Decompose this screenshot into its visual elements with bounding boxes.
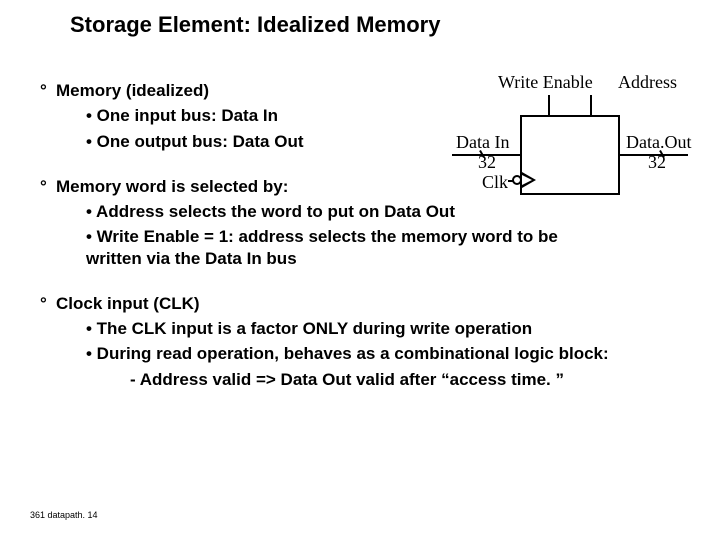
degree-bullet-icon: ° — [40, 176, 56, 197]
bullet-2a: • Address selects the word to put on Dat… — [86, 201, 680, 222]
bullet-3b: • During read operation, behaves as a co… — [86, 343, 646, 364]
bullet-2: ° Memory word is selected by: — [40, 176, 680, 197]
bullet-3c: - Address valid => Data Out valid after … — [130, 369, 680, 390]
bullet-3-text: Clock input (CLK) — [56, 293, 200, 314]
slide-title: Storage Element: Idealized Memory — [70, 12, 440, 38]
slide-body: ° Memory (idealized) • One input bus: Da… — [40, 80, 680, 390]
slide-root: Storage Element: Idealized Memory Write … — [0, 0, 720, 540]
bullet-1-text: Memory (idealized) — [56, 80, 209, 101]
spacer — [40, 152, 680, 166]
bullet-2b: • Write Enable = 1: address selects the … — [86, 226, 566, 269]
slide-footer: 361 datapath. 14 — [30, 510, 98, 520]
bullet-1a: • One input bus: Data In — [86, 105, 680, 126]
spacer — [40, 269, 680, 283]
bullet-3a: • The CLK input is a factor ONLY during … — [86, 318, 680, 339]
bullet-1b: • One output bus: Data Out — [86, 131, 680, 152]
bullet-2-text: Memory word is selected by: — [56, 176, 288, 197]
degree-bullet-icon: ° — [40, 293, 56, 314]
bullet-1: ° Memory (idealized) — [40, 80, 680, 101]
bullet-3: ° Clock input (CLK) — [40, 293, 680, 314]
degree-bullet-icon: ° — [40, 80, 56, 101]
